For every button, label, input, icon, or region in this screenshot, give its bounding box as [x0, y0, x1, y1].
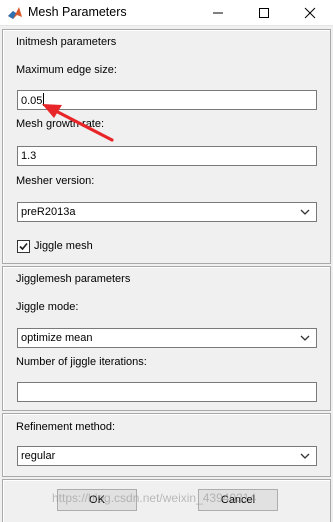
- jiggle-mode-label: Jiggle mode:: [16, 301, 79, 313]
- initmesh-header: Initmesh parameters: [16, 36, 117, 48]
- minimize-icon: [212, 12, 223, 13]
- growth-rate-value: 1.3: [21, 150, 37, 162]
- annotation-arrow-icon: [42, 104, 114, 142]
- jigglemesh-panel: Jigglemesh parameters Jiggle mode: optim…: [2, 266, 331, 411]
- jigglemesh-header: Jigglemesh parameters: [16, 273, 131, 285]
- title-bar[interactable]: Mesh Parameters: [0, 0, 333, 26]
- jiggle-mode-select[interactable]: optimize mean: [17, 328, 317, 348]
- watermark: https://blog.csdn.net/weixin_43940314: [52, 491, 257, 505]
- matlab-icon: [8, 7, 22, 19]
- refinement-method-label: Refinement method:: [16, 421, 116, 433]
- minimize-button[interactable]: [195, 0, 240, 25]
- jiggle-iterations-input[interactable]: [17, 382, 317, 402]
- checkmark-icon: [19, 242, 28, 251]
- jiggle-iterations-label: Number of jiggle iterations:: [16, 356, 147, 368]
- close-button[interactable]: [287, 0, 332, 25]
- jiggle-mesh-label: Jiggle mesh: [34, 240, 93, 252]
- max-edge-label: Maximum edge size:: [16, 64, 117, 76]
- chevron-down-icon: [300, 453, 310, 459]
- mesher-version-value: preR2013a: [21, 206, 76, 218]
- mesher-version-select[interactable]: preR2013a: [17, 202, 317, 222]
- jiggle-mode-value: optimize mean: [21, 332, 93, 344]
- refinement-method-select[interactable]: regular: [17, 446, 317, 466]
- maximize-icon: [258, 7, 269, 18]
- mesher-version-label: Mesher version:: [16, 175, 95, 187]
- maximize-button[interactable]: [241, 0, 286, 25]
- refinement-panel: Refinement method: regular: [2, 413, 331, 477]
- refinement-method-value: regular: [21, 450, 56, 462]
- close-icon: [304, 7, 315, 18]
- window-title: Mesh Parameters: [28, 5, 127, 19]
- jiggle-mesh-checkbox[interactable]: [17, 240, 30, 253]
- growth-rate-input[interactable]: 1.3: [17, 146, 317, 166]
- chevron-down-icon: [300, 335, 310, 341]
- chevron-down-icon: [300, 209, 310, 215]
